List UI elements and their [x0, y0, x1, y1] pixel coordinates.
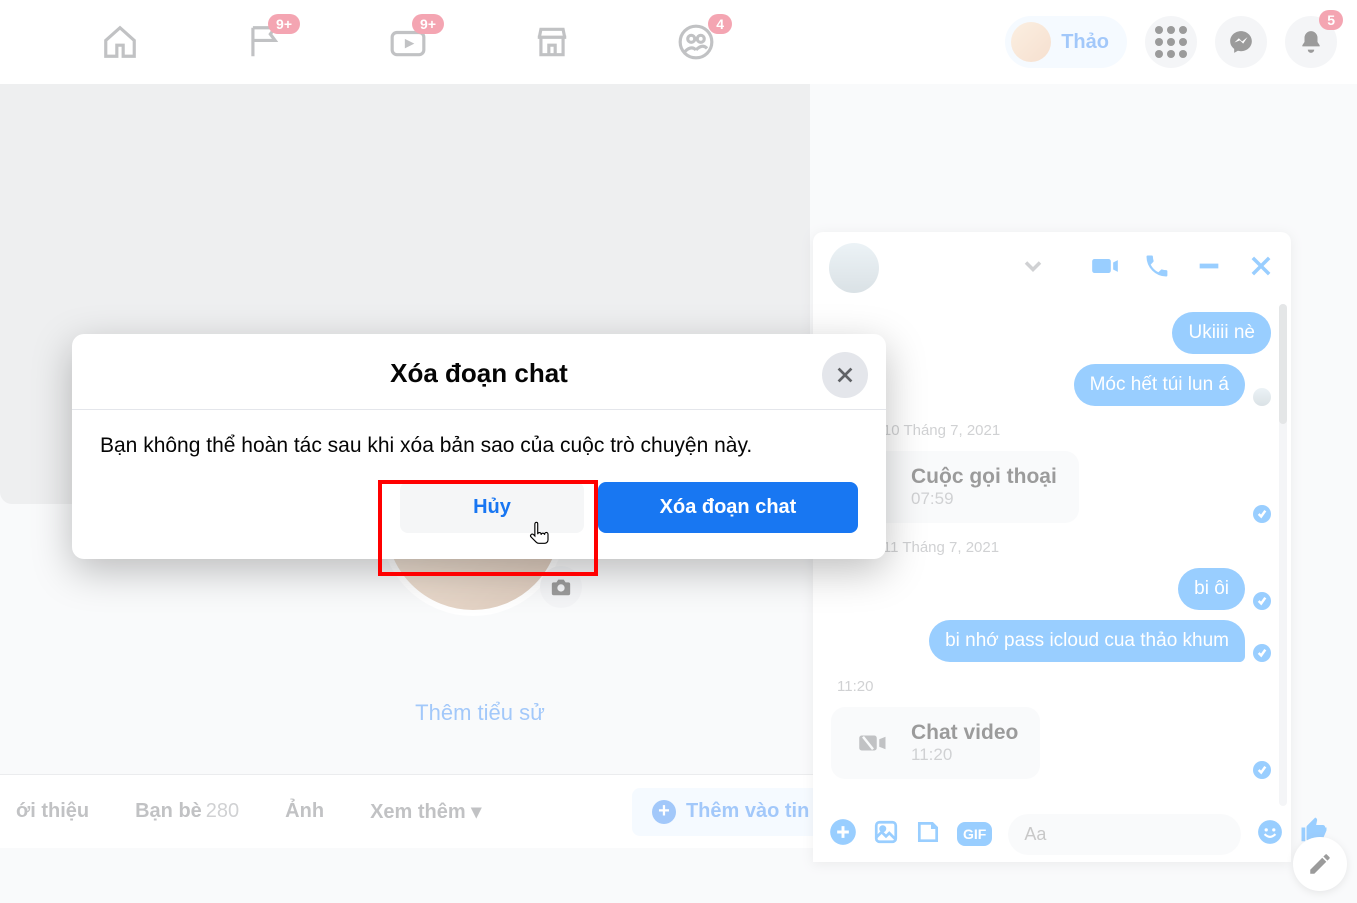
messenger-icon[interactable]	[1215, 16, 1267, 68]
marketplace-icon[interactable]	[528, 18, 576, 66]
seen-avatar-icon	[1253, 388, 1271, 406]
modal-body-text: Bạn không thể hoàn tác sau khi xóa bản s…	[72, 410, 886, 482]
timestamp: 11:20	[837, 678, 1271, 695]
modal-actions: Hủy Xóa đoạn chat	[72, 482, 886, 559]
delete-chat-modal: Xóa đoạn chat Bạn không thể hoàn tác sau…	[72, 334, 886, 559]
tab-photos[interactable]: Ảnh	[277, 790, 332, 833]
new-message-button[interactable]	[1293, 837, 1347, 891]
notifications-icon[interactable]: 5	[1285, 16, 1337, 68]
pages-badge: 9+	[268, 14, 300, 34]
close-icon[interactable]	[822, 352, 868, 398]
chat-header	[813, 232, 1291, 304]
profile-chip[interactable]: Thảo	[1005, 16, 1127, 68]
close-icon[interactable]	[1247, 252, 1275, 285]
message-bubble[interactable]: Ukiiii nè	[1172, 312, 1271, 354]
plus-icon: +	[652, 800, 676, 824]
delivered-icon	[1253, 761, 1271, 779]
menu-grid-icon[interactable]	[1145, 16, 1197, 68]
groups-badge: 4	[708, 14, 732, 34]
chat-avatar[interactable]	[829, 243, 879, 293]
add-attachment-icon[interactable]	[829, 818, 857, 851]
tab-more[interactable]: Xem thêm ▾	[362, 789, 489, 834]
delivered-icon	[1253, 644, 1271, 662]
emoji-icon[interactable]	[1257, 819, 1283, 850]
timestamp: 04:27, 11 Tháng 7, 2021	[837, 539, 1271, 556]
modal-title: Xóa đoạn chat	[72, 358, 886, 389]
video-missed-icon	[853, 723, 893, 763]
video-call-icon[interactable]	[1091, 252, 1119, 285]
nav-right: Thảo 5	[1005, 0, 1337, 84]
user-name: Thảo	[1061, 31, 1109, 54]
message-bubble[interactable]: bi nhớ pass icloud cua thảo khum	[929, 620, 1245, 662]
chevron-down-icon: ▾	[471, 801, 481, 823]
message-input[interactable]	[1008, 814, 1241, 855]
watch-badge: 9+	[412, 14, 444, 34]
groups-icon[interactable]: 4	[672, 18, 720, 66]
nav-tabs: 9+ 9+ 4	[60, 0, 720, 84]
gif-icon[interactable]: GIF	[957, 822, 992, 846]
camera-icon[interactable]	[540, 566, 582, 608]
audio-call-icon[interactable]	[1143, 252, 1171, 285]
video-call-card[interactable]: Chat video11:20	[831, 707, 1040, 779]
scrollbar[interactable]	[1279, 304, 1287, 806]
pages-icon[interactable]: 9+	[240, 18, 288, 66]
top-nav: 9+ 9+ 4 Thảo 5	[0, 0, 1357, 84]
add-story-button[interactable]: +Thêm vào tin	[632, 788, 829, 836]
cancel-button[interactable]: Hủy	[400, 482, 584, 533]
sticker-icon[interactable]	[915, 819, 941, 850]
cursor-pointer-icon	[526, 520, 554, 552]
minimize-icon[interactable]	[1195, 252, 1223, 285]
message-bubble[interactable]: Móc hết túi lun á	[1074, 364, 1245, 406]
confirm-delete-button[interactable]: Xóa đoạn chat	[598, 482, 858, 533]
watch-icon[interactable]: 9+	[384, 18, 432, 66]
avatar	[1011, 22, 1051, 62]
tab-intro[interactable]: ới thiệu	[8, 790, 97, 833]
timestamp: 07:59, 10 Tháng 7, 2021	[837, 422, 1271, 439]
chat-composer: GIF	[813, 806, 1291, 862]
modal-header: Xóa đoạn chat	[72, 334, 886, 410]
chevron-down-icon[interactable]	[1019, 252, 1047, 285]
delivered-icon	[1253, 592, 1271, 610]
delivered-icon	[1253, 505, 1271, 523]
image-icon[interactable]	[873, 819, 899, 850]
home-icon[interactable]	[96, 18, 144, 66]
tab-friends[interactable]: Bạn bè280	[127, 790, 247, 833]
notifications-badge: 5	[1319, 10, 1343, 30]
message-bubble[interactable]: bi ôi	[1178, 568, 1245, 610]
